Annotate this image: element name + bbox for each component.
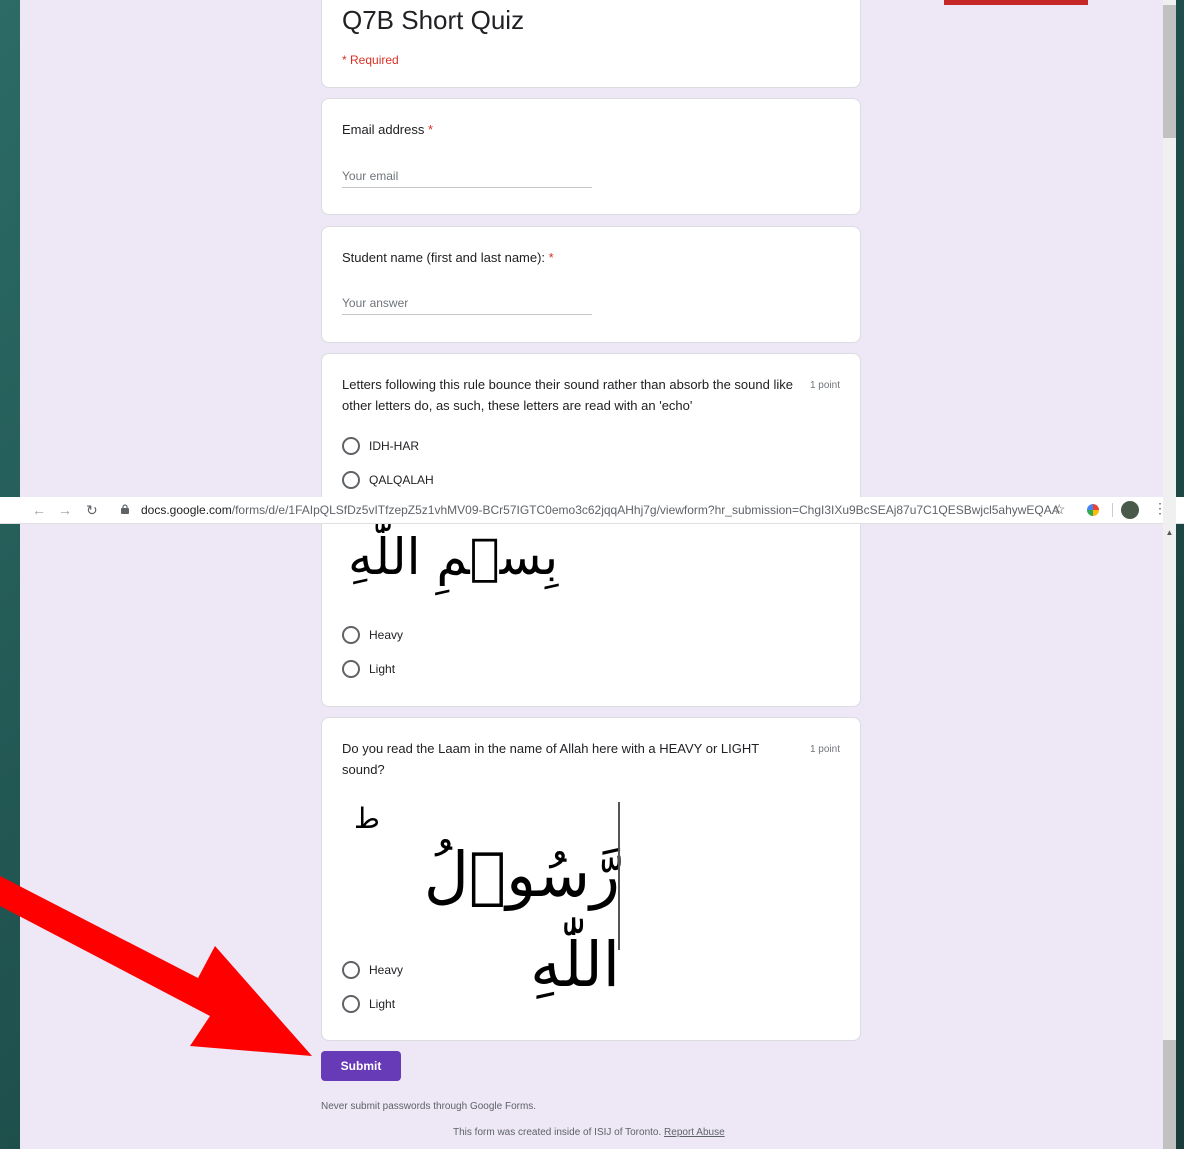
required-star: * (428, 122, 434, 137)
email-label: Email address * (342, 119, 433, 140)
scroll-up-arrow-icon[interactable]: ▲ (1164, 528, 1175, 538)
rasool-calligraphy: رَّسُوۡلُ اللّٰهِ (423, 838, 620, 1001)
red-pointer-arrow (0, 876, 312, 1056)
qalqalah-question-card: Letters following this rule bounce their… (321, 353, 861, 513)
submit-button[interactable]: Submit (321, 1051, 401, 1081)
lock-icon (121, 503, 129, 514)
rasool-question-card: Do you read the Laam in the name of Alla… (321, 717, 861, 1041)
email-question-card: Email address * (321, 98, 861, 215)
url-path: /forms/d/e/1FAIpQLSfDz5vITfzepZ5z1vhMV09… (231, 503, 1060, 517)
rasool-image: ط رَّسُوۡلُ اللّٰهِ (350, 802, 620, 1001)
scrollbar-thumb-bottom[interactable] (1163, 1040, 1176, 1149)
created-text: This form was created inside of ISIJ of … (453, 1127, 662, 1138)
reload-icon[interactable]: ↻ (86, 502, 98, 519)
report-abuse-link[interactable]: Report Abuse (664, 1127, 725, 1138)
bookmark-star-icon[interactable]: ☆ (1053, 501, 1066, 518)
required-star: * (548, 250, 554, 265)
scrollbar-thumb-top[interactable] (1163, 5, 1176, 138)
bismillah-calligraphy: بِسۡمِ اللّٰهِ (348, 528, 559, 586)
form-created-note: This form was created inside of ISIJ of … (453, 1127, 725, 1138)
student-name-input[interactable] (342, 292, 592, 315)
rasool-question-text: Do you read the Laam in the name of Alla… (342, 741, 759, 777)
option-label: QALQALAH (369, 473, 434, 487)
scrollbar-track[interactable] (1163, 0, 1176, 1149)
back-arrow-icon[interactable]: ← (32, 502, 46, 518)
radio-button[interactable] (342, 471, 360, 489)
image-edge-line (618, 802, 620, 950)
password-warning: Never submit passwords through Google Fo… (321, 1101, 537, 1112)
qalqalah-question-text: Letters following this rule bounce their… (342, 377, 793, 413)
url-host: docs.google.com (141, 503, 232, 517)
student-name-label: Student name (first and last name): * (342, 247, 554, 268)
option-label: Light (369, 662, 396, 676)
option-qalqalah[interactable]: QALQALAH (342, 471, 434, 489)
radio-button[interactable] (342, 961, 360, 979)
qalqalah-points: 1 point (809, 380, 840, 391)
option-idh-har[interactable]: IDH-HAR (342, 437, 419, 455)
student-name-label-text: Student name (first and last name): (342, 250, 546, 265)
option-label: Light (369, 997, 396, 1011)
required-note: * Required (342, 53, 399, 67)
forward-arrow-icon[interactable]: → (58, 502, 72, 518)
option-light[interactable]: Light (342, 995, 395, 1013)
option-light[interactable]: Light (342, 660, 395, 678)
option-label: Heavy (369, 628, 404, 642)
student-name-question-card: Student name (first and last name): * (321, 226, 861, 343)
option-label: Heavy (369, 963, 404, 977)
title-card: Q7B Short Quiz * Required (321, 0, 861, 88)
profile-avatar[interactable] (1121, 501, 1139, 519)
browser-address-bar: ← → ↻ docs.google.com/forms/d/e/1FAIpQLS… (0, 497, 1184, 524)
top-red-tab (944, 0, 1088, 5)
email-input[interactable] (342, 165, 592, 188)
form-title: Q7B Short Quiz (342, 5, 525, 35)
radio-button[interactable] (342, 995, 360, 1013)
toolbar-divider (1112, 503, 1113, 517)
option-label: IDH-HAR (369, 439, 419, 453)
extension-icon[interactable] (1087, 504, 1099, 516)
email-label-text: Email address (342, 122, 425, 137)
rasool-points: 1 point (809, 744, 840, 755)
option-heavy[interactable]: Heavy (342, 961, 403, 979)
option-heavy[interactable]: Heavy (342, 626, 403, 644)
radio-button[interactable] (342, 437, 360, 455)
bismillah-question-card: بِسۡمِ اللّٰهِ Heavy Light (321, 524, 861, 707)
url-text[interactable]: docs.google.com/forms/d/e/1FAIpQLSfDz5vI… (141, 503, 1060, 517)
radio-button[interactable] (342, 626, 360, 644)
radio-button[interactable] (342, 660, 360, 678)
